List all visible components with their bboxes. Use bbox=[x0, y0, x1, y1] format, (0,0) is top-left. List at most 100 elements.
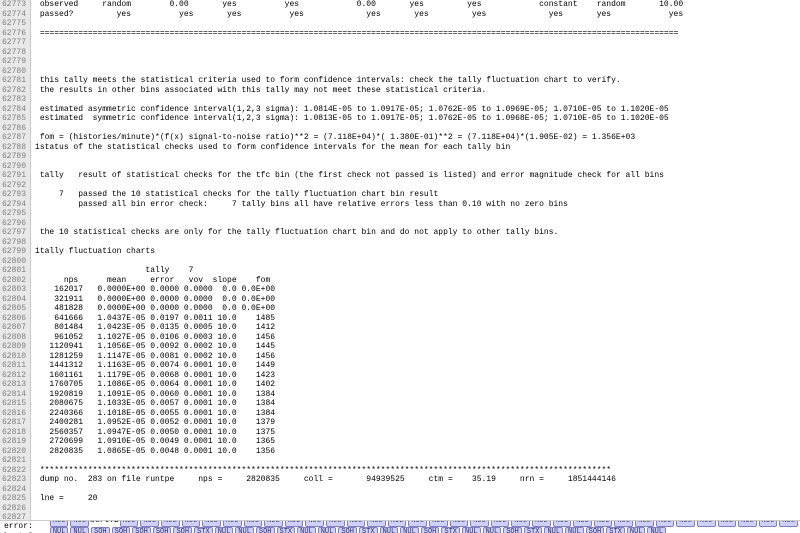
control-char-tag: NUL bbox=[697, 520, 716, 527]
line-number: 62824 bbox=[2, 485, 26, 495]
control-char-tag: SOH bbox=[338, 527, 357, 533]
line-number: 62788 bbox=[2, 143, 26, 153]
code-line: 2820835 1.0865E-05 0.0048 0.0001 10.0 13… bbox=[35, 447, 800, 457]
code-line bbox=[35, 219, 800, 229]
code-line bbox=[35, 181, 800, 191]
editor-pane: 6277362774627756277662777627786277962780… bbox=[0, 0, 800, 533]
status-error-text: LCS error: bert.3 bbox=[0, 520, 49, 533]
control-char-tag: NUL bbox=[718, 520, 737, 527]
code-line bbox=[35, 456, 800, 466]
control-char-tag: NUL bbox=[553, 520, 572, 527]
control-char-tag: NUL bbox=[215, 527, 234, 533]
code-line bbox=[35, 209, 800, 219]
control-char-tag: STX bbox=[606, 527, 625, 533]
code-line: 641666 1.0437E-05 0.0197 0.0011 10.0 148… bbox=[35, 314, 800, 324]
line-number: 62778 bbox=[2, 48, 26, 58]
control-char-tag: NUL bbox=[544, 527, 563, 533]
control-char-tag: NUL bbox=[565, 527, 584, 533]
status-filename: bert.2 bbox=[90, 520, 119, 525]
line-number: 62803 bbox=[2, 285, 26, 295]
line-number: 62781 bbox=[2, 76, 26, 86]
code-line: the 10 statistical checks are only for t… bbox=[35, 228, 800, 238]
line-number: 62775 bbox=[2, 19, 26, 29]
line-number: 62789 bbox=[2, 152, 26, 162]
control-char-tag: SOH bbox=[421, 527, 440, 533]
control-char-tag: NUL bbox=[235, 527, 254, 533]
code-line: observed random 0.00 yes yes 0.00 yes ye… bbox=[35, 0, 800, 10]
line-number: 62811 bbox=[2, 361, 26, 371]
status-bar: LCS error: bert.3 NULNULbert.2NULNULNULN… bbox=[0, 520, 800, 533]
line-number: 62804 bbox=[2, 295, 26, 305]
line-number: 62792 bbox=[2, 181, 26, 191]
line-number: 62821 bbox=[2, 456, 26, 466]
line-number: 62816 bbox=[2, 409, 26, 419]
line-number: 62814 bbox=[2, 390, 26, 400]
code-line: nps mean error vov slope fom bbox=[35, 276, 800, 286]
control-char-tag: NUL bbox=[264, 520, 283, 527]
line-number: 62779 bbox=[2, 57, 26, 67]
line-number: 62785 bbox=[2, 114, 26, 124]
control-char-tag: NUL bbox=[326, 520, 345, 527]
code-area[interactable]: observed random 0.00 yes yes 0.00 yes ye… bbox=[31, 0, 800, 533]
code-line: 2720699 1.0910E-05 0.0049 0.0001 10.0 13… bbox=[35, 437, 800, 447]
code-line: passed all bin error check: 7 tally bins… bbox=[35, 200, 800, 210]
code-line: 1status of the statistical checks used t… bbox=[35, 143, 800, 153]
code-line: ========================================… bbox=[35, 29, 800, 39]
control-char-tag: NUL bbox=[305, 520, 324, 527]
control-char-tag: NUL bbox=[380, 527, 399, 533]
control-char-tag: NUL bbox=[627, 527, 646, 533]
line-number: 62791 bbox=[2, 171, 26, 181]
control-char-tag: SOH bbox=[173, 527, 192, 533]
code-line: fom = (histories/minute)*(f(x) signal-to… bbox=[35, 133, 800, 143]
code-line: 321911 0.0000E+00 0.0000 0.0000 0.0 0.0E… bbox=[35, 295, 800, 305]
line-number: 62818 bbox=[2, 428, 26, 438]
control-char-tag: NUL bbox=[318, 527, 337, 533]
control-char-tag: NUL bbox=[50, 527, 69, 533]
line-number: 62820 bbox=[2, 447, 26, 457]
line-number: 62825 bbox=[2, 494, 26, 504]
code-line bbox=[35, 238, 800, 248]
code-line bbox=[35, 504, 800, 514]
control-char-tag: SOH bbox=[586, 527, 605, 533]
control-char-tag: NUL bbox=[676, 520, 695, 527]
line-number: 62793 bbox=[2, 190, 26, 200]
control-char-tag: SOH bbox=[91, 527, 110, 533]
control-char-tag: NUL bbox=[347, 520, 366, 527]
line-number: 62790 bbox=[2, 162, 26, 172]
control-char-tag: NUL bbox=[470, 520, 489, 527]
code-line bbox=[35, 19, 800, 29]
line-number: 62819 bbox=[2, 437, 26, 447]
line-number: 62787 bbox=[2, 133, 26, 143]
line-number: 62802 bbox=[2, 276, 26, 286]
code-line: 7 passed the 10 statistical checks for t… bbox=[35, 190, 800, 200]
control-char-tag: NUL bbox=[161, 520, 180, 527]
code-line bbox=[35, 38, 800, 48]
control-char-tag: NUL bbox=[400, 527, 419, 533]
control-char-tag: SOH bbox=[132, 527, 151, 533]
line-number: 62809 bbox=[2, 342, 26, 352]
control-char-tag: NUL bbox=[285, 520, 304, 527]
line-number: 62805 bbox=[2, 304, 26, 314]
code-line bbox=[35, 95, 800, 105]
control-char-tag: NUL bbox=[429, 520, 448, 527]
line-number: 62782 bbox=[2, 86, 26, 96]
control-char-tag: NUL bbox=[70, 520, 89, 527]
code-line: passed? yes yes yes yes yes yes yes yes … bbox=[35, 10, 800, 20]
control-char-tag: STX bbox=[441, 527, 460, 533]
code-line: lne = 20 bbox=[35, 494, 800, 504]
control-char-tag: NUL bbox=[483, 527, 502, 533]
line-number: 62808 bbox=[2, 333, 26, 343]
control-char-tag: STX bbox=[194, 527, 213, 533]
code-line: estimated symmetric confidence interval(… bbox=[35, 114, 800, 124]
line-number: 62801 bbox=[2, 266, 26, 276]
line-number: 62773 bbox=[2, 0, 26, 10]
line-number: 62813 bbox=[2, 380, 26, 390]
line-number: 62817 bbox=[2, 418, 26, 428]
code-line bbox=[35, 152, 800, 162]
code-line: 801484 1.0423E-05 0.0135 0.0005 10.0 141… bbox=[35, 323, 800, 333]
code-line: 2400281 1.0952E-05 0.0052 0.0001 10.0 13… bbox=[35, 418, 800, 428]
line-number: 62796 bbox=[2, 219, 26, 229]
code-line bbox=[35, 124, 800, 134]
control-char-tag: NUL bbox=[244, 520, 263, 527]
control-char-tag: NUL bbox=[635, 520, 654, 527]
